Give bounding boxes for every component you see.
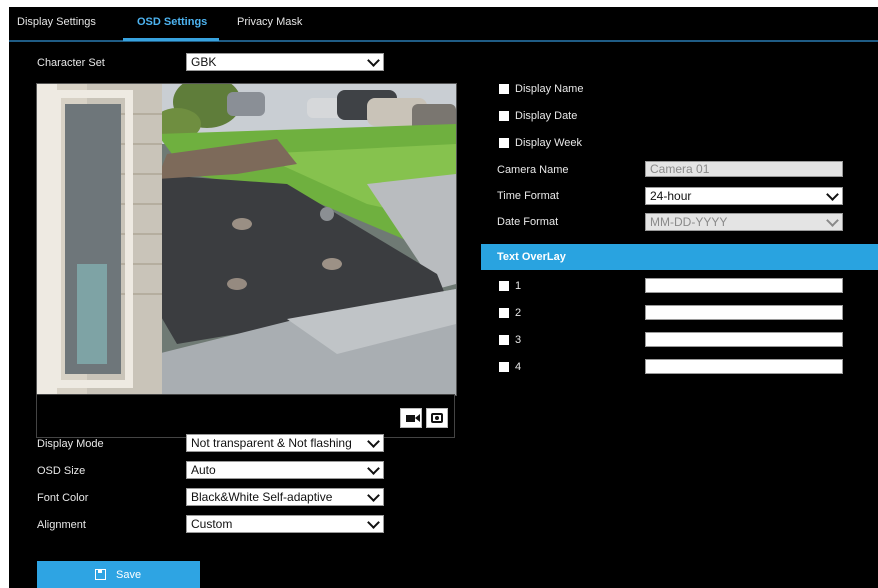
time-format-label: Time Format (497, 190, 559, 202)
save-icon (95, 569, 106, 580)
date-format-select[interactable]: MM-DD-YYYY (645, 213, 843, 231)
video-frame (37, 84, 456, 395)
display-mode-label: Display Mode (37, 438, 104, 450)
overlay-2-input[interactable] (645, 305, 843, 320)
tab-privacy-mask[interactable]: Privacy Mask (237, 16, 302, 28)
active-tab-indicator (123, 38, 219, 41)
chevron-down-icon (367, 462, 380, 475)
alignment-select[interactable]: Custom (186, 515, 384, 533)
date-format-label: Date Format (497, 216, 559, 228)
time-format-select[interactable]: 24-hour (645, 187, 843, 205)
camera-name-field[interactable]: Camera 01 (645, 161, 843, 177)
chevron-down-icon (367, 54, 380, 67)
display-name-label: Display Name (515, 83, 584, 95)
save-button[interactable]: Save (37, 561, 200, 588)
snapshot-button[interactable] (426, 408, 448, 428)
character-set-value: GBK (191, 55, 217, 69)
record-icon (406, 415, 415, 422)
font-color-value: Black&White Self-adaptive (191, 490, 333, 504)
chevron-down-icon (826, 214, 839, 227)
overlay-1-input[interactable] (645, 278, 843, 293)
display-date-checkbox[interactable] (499, 111, 509, 121)
overlay-4-input[interactable] (645, 359, 843, 374)
date-format-value: MM-DD-YYYY (650, 215, 728, 229)
save-button-label: Save (116, 569, 142, 581)
overlay-3-input[interactable] (645, 332, 843, 347)
font-color-select[interactable]: Black&White Self-adaptive (186, 488, 384, 506)
osd-size-value: Auto (191, 463, 216, 477)
display-mode-select[interactable]: Not transparent & Not flashing (186, 434, 384, 452)
record-button[interactable] (400, 408, 422, 428)
display-mode-value: Not transparent & Not flashing (191, 436, 352, 450)
display-date-label: Display Date (515, 110, 578, 122)
display-week-checkbox[interactable] (499, 138, 509, 148)
overlay-2-label: 2 (515, 307, 522, 319)
tab-osd-settings[interactable]: OSD Settings (137, 16, 207, 28)
osd-size-select[interactable]: Auto (186, 461, 384, 479)
chevron-down-icon (367, 489, 380, 502)
overlay-1-label: 1 (515, 280, 522, 292)
time-format-value: 24-hour (650, 189, 692, 203)
display-week-label: Display Week (515, 137, 583, 149)
display-name-checkbox[interactable] (499, 84, 509, 94)
chevron-down-icon (367, 516, 380, 529)
video-control-bar (36, 394, 455, 438)
overlay-3-label: 3 (515, 334, 522, 346)
chevron-down-icon (367, 435, 380, 448)
alignment-value: Custom (191, 517, 233, 531)
chevron-down-icon (826, 188, 839, 201)
osd-size-label: OSD Size (37, 465, 86, 477)
overlay-4-label: 4 (515, 361, 522, 373)
tab-display-settings[interactable]: Display Settings (17, 16, 96, 28)
overlay-4-checkbox[interactable] (499, 362, 509, 372)
live-video-preview[interactable] (36, 83, 457, 396)
overlay-1-checkbox[interactable] (499, 281, 509, 291)
text-overlay-header: Text OverLay (481, 244, 878, 270)
overlay-2-checkbox[interactable] (499, 308, 509, 318)
camera-name-label: Camera Name (497, 164, 569, 176)
osd-settings-window: Display Settings OSD Settings Privacy Ma… (9, 7, 878, 588)
alignment-label: Alignment (37, 519, 86, 531)
character-set-select[interactable]: GBK (186, 53, 384, 71)
overlay-3-checkbox[interactable] (499, 335, 509, 345)
font-color-label: Font Color (37, 492, 89, 504)
character-set-label: Character Set (37, 57, 105, 69)
tab-bar: Display Settings OSD Settings Privacy Ma… (9, 7, 878, 42)
